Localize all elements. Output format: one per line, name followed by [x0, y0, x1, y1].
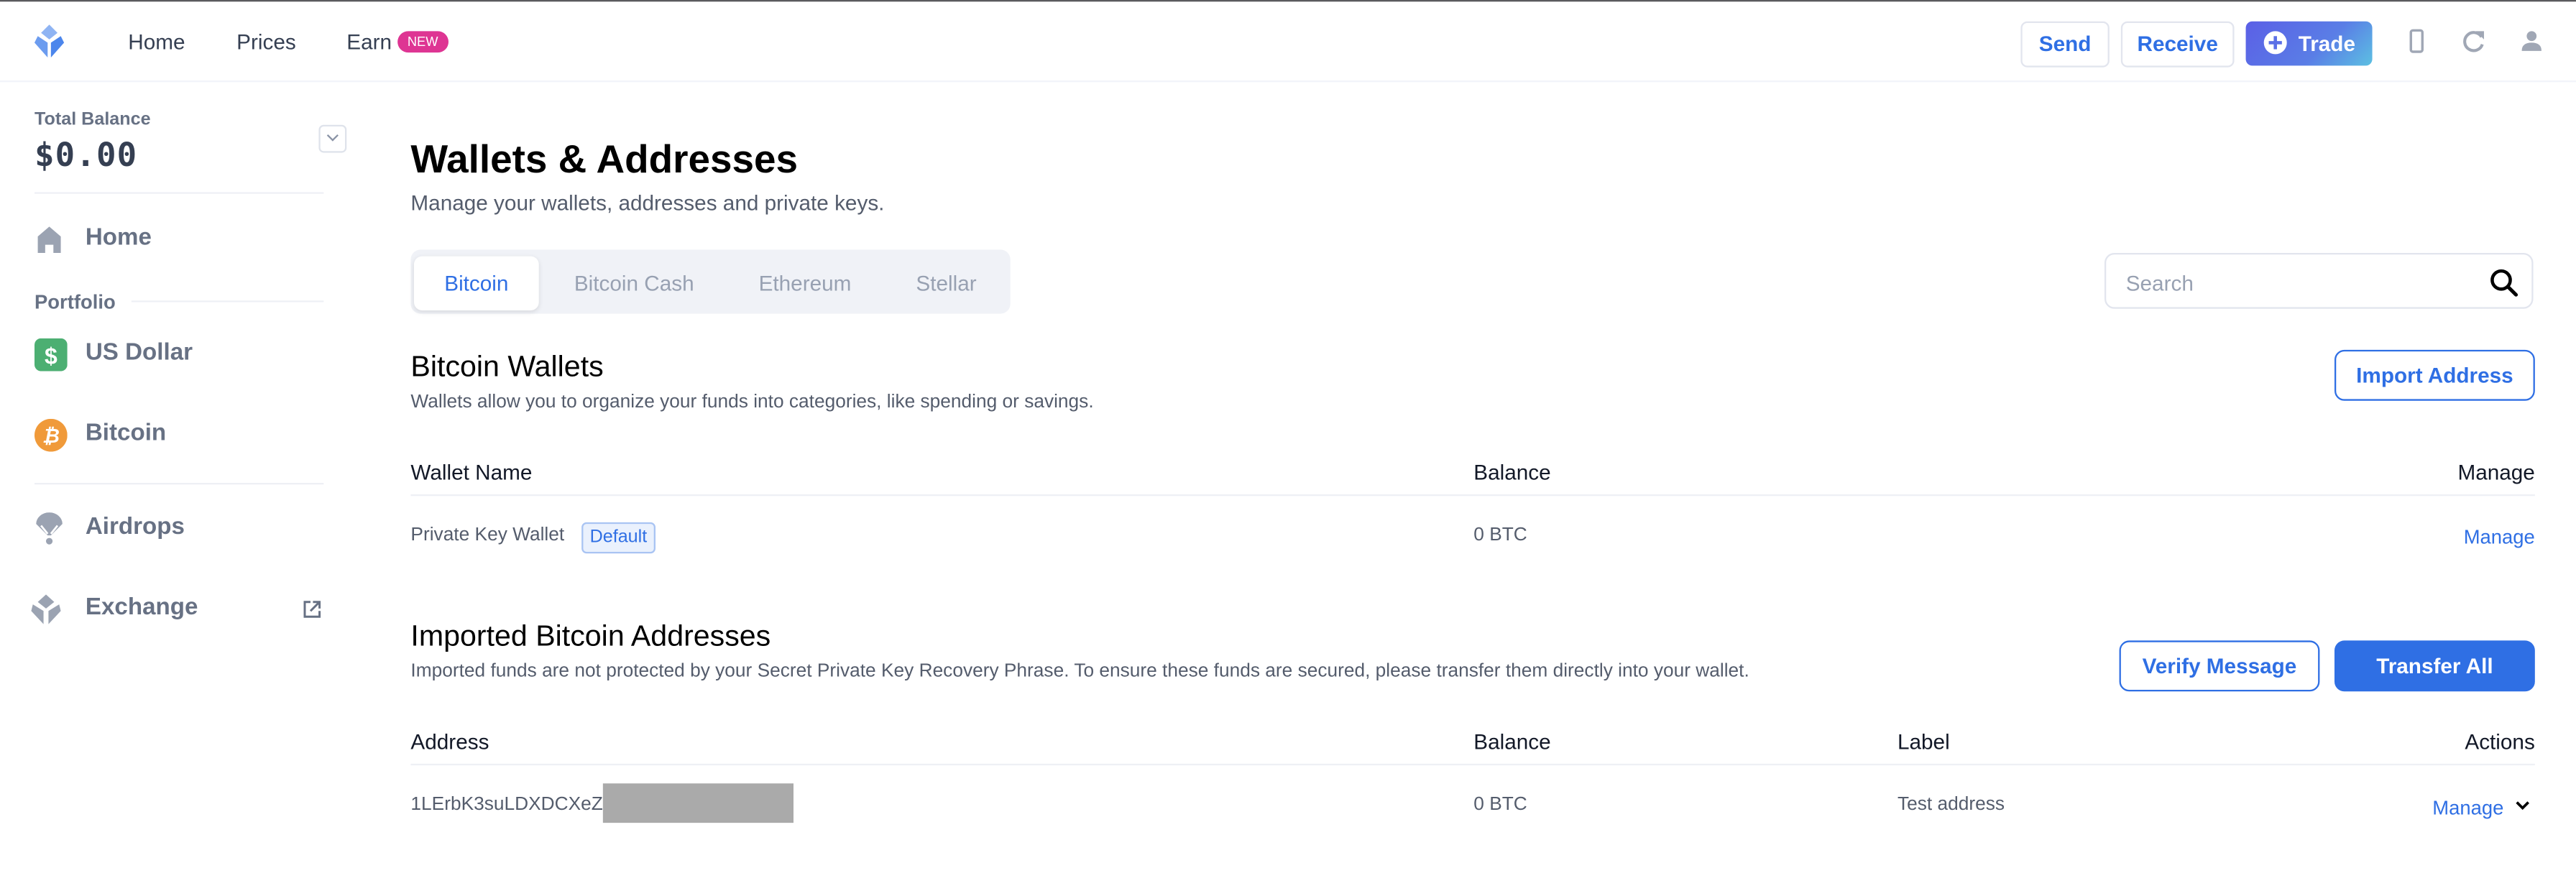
sidebar-item-bitcoin[interactable]: ₿ Bitcoin — [29, 410, 325, 460]
portfolio-divider — [131, 300, 324, 303]
sidebar-divider — [34, 192, 324, 194]
new-badge: NEW — [397, 31, 448, 53]
blockchain-logo-icon[interactable] — [31, 23, 67, 59]
tab-stellar[interactable]: Stellar — [893, 257, 998, 310]
app-root: Home Prices Earn NEW Send Receive Trade … — [0, 0, 2576, 891]
column-header-address: Address — [410, 729, 489, 754]
address-balance: 0 BTC — [1473, 795, 1527, 815]
search-icon[interactable] — [2489, 268, 2518, 297]
svg-text:$: $ — [45, 343, 58, 369]
mobile-icon[interactable] — [2404, 28, 2430, 55]
parachute-icon — [36, 512, 63, 545]
refresh-icon[interactable] — [2461, 28, 2488, 55]
wallet-name: Private Key Wallet — [410, 525, 565, 545]
column-header-label: Label — [1897, 729, 1950, 754]
default-badge: Default — [581, 522, 656, 554]
top-header: Home Prices Earn NEW Send Receive Trade — [0, 1, 2576, 83]
column-header-balance: Balance — [1473, 729, 1551, 754]
redacted-address-block — [602, 783, 794, 823]
bitcoin-icon: ₿ — [34, 418, 68, 452]
external-link-icon[interactable] — [303, 599, 322, 619]
address-value: 1LErbK3suLDXDCXeZ — [410, 795, 603, 815]
manage-address-link[interactable]: Manage — [2432, 797, 2503, 820]
chevron-down-icon[interactable] — [2515, 800, 2530, 811]
exchange-icon — [31, 594, 61, 624]
address-label: Test address — [1897, 795, 2005, 815]
wallets-section-description: Wallets allow you to organize your funds… — [410, 392, 1094, 412]
sidebar-item-label: Exchange — [85, 594, 198, 621]
manage-wallet-link[interactable]: Manage — [2464, 525, 2535, 548]
svg-text:₿: ₿ — [42, 425, 60, 447]
nav-home[interactable]: Home — [128, 29, 185, 54]
column-header-balance: Balance — [1473, 459, 1551, 485]
trade-button-label: Trade — [2298, 31, 2355, 56]
tab-bitcoin-cash[interactable]: Bitcoin Cash — [552, 257, 717, 310]
search-box — [2104, 252, 2534, 309]
sidebar-item-label: Airdrops — [85, 514, 185, 540]
user-icon[interactable] — [2518, 28, 2545, 55]
page-subtitle: Manage your wallets, addresses and priva… — [410, 190, 885, 216]
sidebar-item-label: Home — [85, 225, 152, 251]
page-title: Wallets & Addresses — [410, 137, 799, 183]
column-header-actions: Actions — [2465, 729, 2535, 754]
currency-tabs: Bitcoin Bitcoin Cash Ethereum Stellar — [410, 249, 1011, 314]
tab-ethereum[interactable]: Ethereum — [740, 257, 871, 310]
sidebar-item-airdrops[interactable]: Airdrops — [29, 504, 325, 554]
receive-button[interactable]: Receive — [2120, 21, 2235, 68]
portfolio-label: Portfolio — [34, 290, 116, 314]
verify-message-button[interactable]: Verify Message — [2119, 640, 2320, 692]
sidebar-item-label: Bitcoin — [85, 420, 167, 447]
sidebar-item-us-dollar[interactable]: $ US Dollar — [29, 330, 325, 379]
table-header-divider — [410, 494, 2535, 497]
balance-dropdown-toggle[interactable] — [318, 124, 347, 153]
transfer-all-button[interactable]: Transfer All — [2334, 640, 2535, 692]
sidebar-item-label: US Dollar — [85, 340, 193, 366]
nav-earn[interactable]: Earn — [346, 29, 392, 54]
sidebar-divider — [34, 482, 324, 485]
send-button[interactable]: Send — [2020, 21, 2110, 68]
imported-section-title: Imported Bitcoin Addresses — [410, 619, 771, 652]
column-header-wallet-name: Wallet Name — [410, 459, 533, 485]
total-balance-label: Total Balance — [34, 110, 151, 130]
plus-circle-icon — [2263, 31, 2287, 55]
trade-button[interactable]: Trade — [2245, 21, 2373, 66]
import-address-button[interactable]: Import Address — [2334, 349, 2535, 401]
search-input[interactable] — [2122, 266, 2491, 299]
column-header-manage: Manage — [2457, 459, 2535, 485]
wallet-balance: 0 BTC — [1473, 525, 1527, 545]
wallets-section-title: Bitcoin Wallets — [410, 349, 604, 383]
nav-prices[interactable]: Prices — [236, 29, 296, 54]
tab-bitcoin[interactable]: Bitcoin — [413, 256, 539, 310]
home-icon — [37, 226, 61, 253]
table-header-divider — [410, 763, 2535, 766]
sidebar-item-home[interactable]: Home — [29, 215, 325, 264]
dollar-icon: $ — [34, 338, 68, 371]
sidebar-item-exchange[interactable]: Exchange — [29, 585, 325, 634]
total-balance-value: $0.00 — [34, 134, 138, 175]
imported-section-description: Imported funds are not protected by your… — [410, 662, 1749, 682]
